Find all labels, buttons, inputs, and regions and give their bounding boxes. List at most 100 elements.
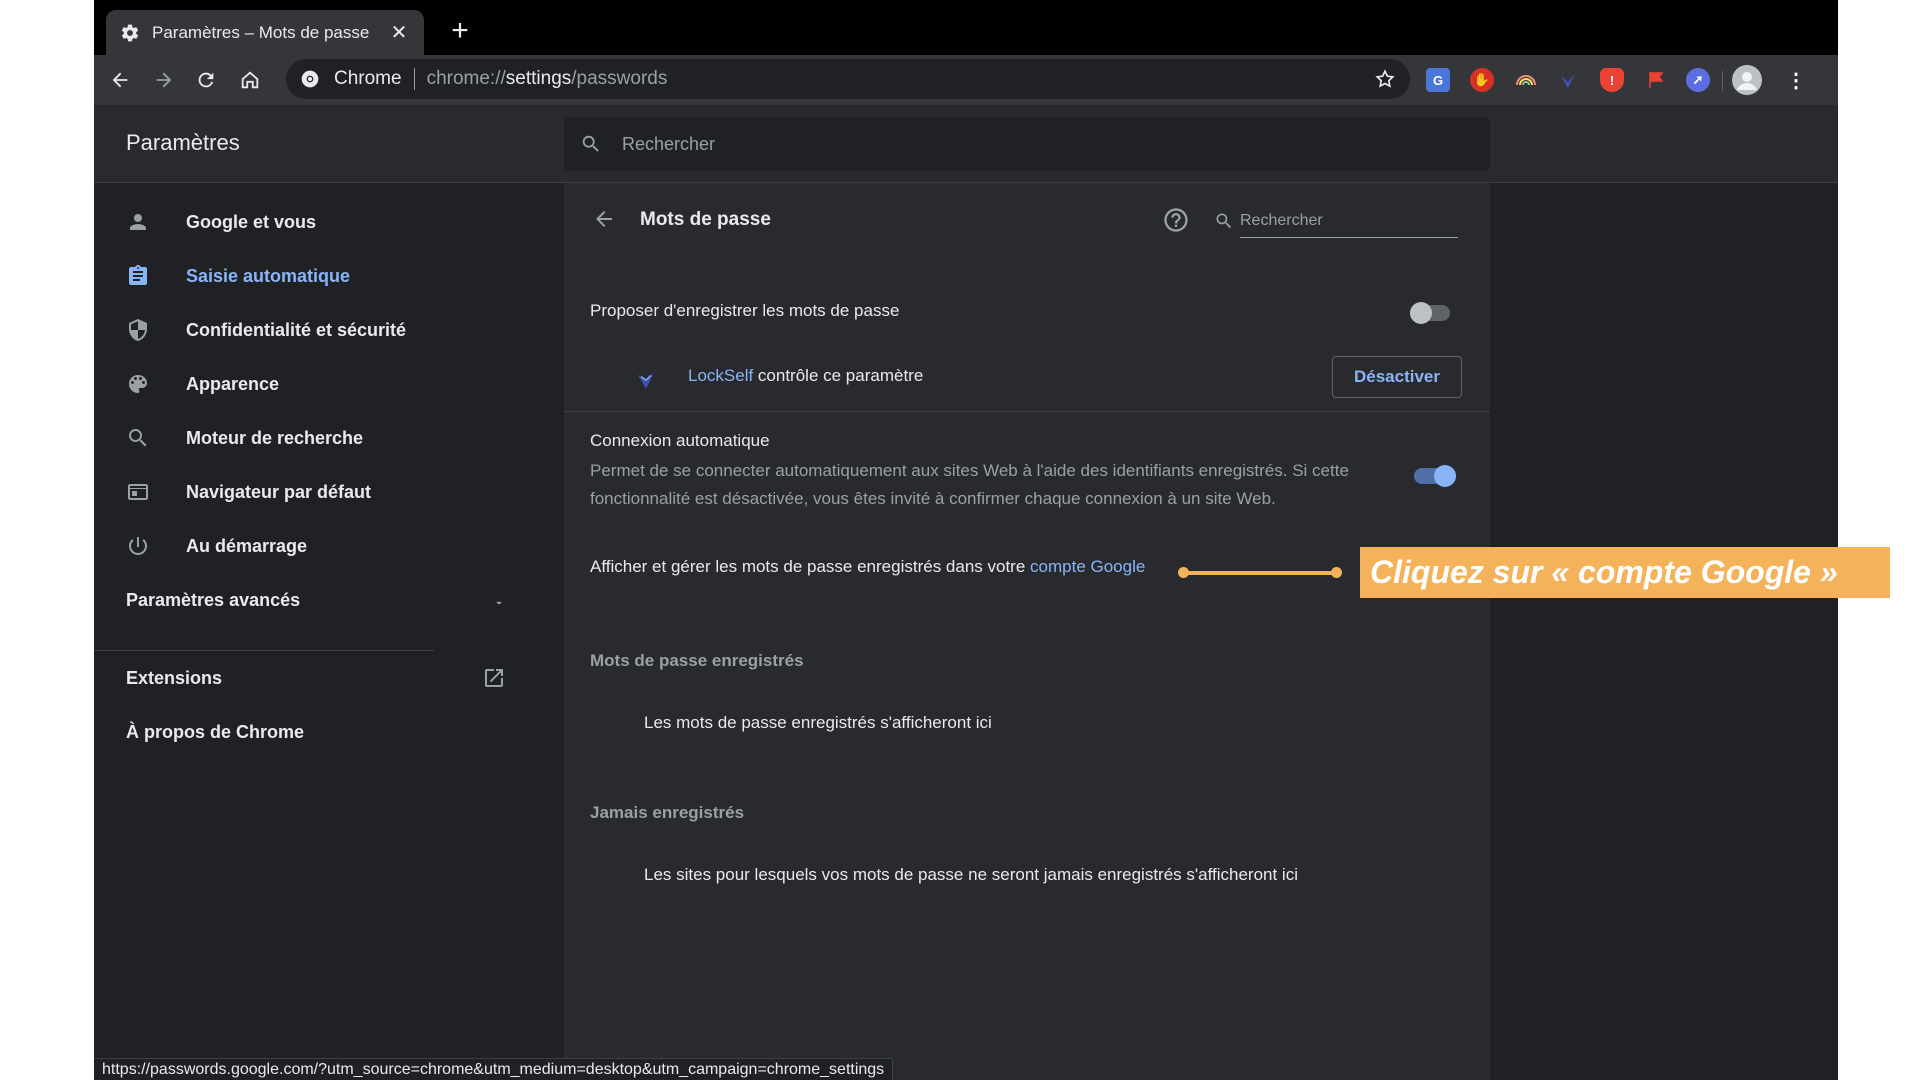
chevron-down-icon [496, 601, 502, 605]
url-scheme: chrome:// [426, 68, 506, 89]
card-divider [564, 411, 1490, 412]
callout-line [1184, 571, 1336, 575]
url-path: /passwords [571, 68, 668, 89]
shield-icon [129, 319, 147, 341]
address-url: chrome://settings/passwords [427, 68, 668, 90]
sidebar-item-appearance[interactable]: Apparence [94, 357, 564, 411]
rainbow-icon [1516, 75, 1536, 86]
sidebar-item-search-engine[interactable]: Moteur de recherche [94, 411, 564, 465]
address-bar[interactable]: Chrome chrome://settings/passwords [286, 59, 1410, 99]
page-title: Paramètres [126, 130, 240, 155]
translate-extension-icon[interactable]: G [1426, 68, 1450, 92]
star-icon[interactable] [1374, 68, 1396, 90]
google-account-link[interactable]: compte Google [1030, 557, 1145, 576]
never-saved-heading: Jamais enregistrés [590, 803, 745, 822]
url-host: settings [505, 68, 572, 89]
close-icon[interactable]: ✕ [388, 20, 410, 45]
sidebar-item-default-browser[interactable]: Navigateur par défaut [94, 465, 564, 519]
more-menu-icon[interactable]: ⋮ [1784, 68, 1808, 92]
search-icon [1216, 213, 1232, 229]
toggle-knob [1434, 465, 1456, 487]
extension-control-notice: LockSelf contrôle ce paramètre [688, 366, 923, 386]
sidebar-item-startup[interactable]: Au démarrage [94, 519, 564, 573]
tab-strip: Paramètres – Mots de passe ✕ + [94, 0, 1838, 55]
back-button[interactable] [106, 66, 134, 94]
lockself-icon [637, 371, 655, 389]
passwords-search[interactable] [1214, 205, 1464, 239]
sidebar-advanced-toggle[interactable]: Paramètres avancés [126, 590, 506, 620]
advanced-label: Paramètres avancés [126, 590, 301, 610]
card-header: Mots de passe [564, 183, 1490, 259]
home-button[interactable] [236, 66, 264, 94]
arrow-left-icon[interactable] [592, 207, 616, 231]
profile-icon [1737, 72, 1757, 90]
home-icon [241, 71, 259, 89]
sidebar-item-label: Moteur de recherche [186, 427, 364, 448]
gear-icon [121, 24, 139, 41]
arrow-left-icon [112, 72, 128, 88]
address-separator [413, 68, 415, 90]
lockself-notice-text: contrôle ce paramètre [753, 366, 924, 385]
sidebar-item-google[interactable]: Google et vous [94, 195, 564, 249]
sidebar-item-label: Navigateur par défaut [186, 481, 372, 502]
lockself-extension-icon[interactable] [1556, 68, 1580, 92]
palette-icon [129, 375, 147, 393]
search-icon [129, 429, 147, 447]
passwords-card: Mots de passe Proposer d'enregistrer les… [564, 183, 1490, 1080]
sidebar-item-privacy[interactable]: Confidentialité et sécurité [94, 303, 564, 357]
power-icon [129, 537, 147, 555]
avatar[interactable] [1732, 65, 1762, 95]
auto-signin-toggle[interactable] [1414, 465, 1456, 487]
never-saved-empty: Les sites pour lesquels vos mots de pass… [644, 865, 1298, 884]
clipboard-icon [129, 265, 147, 285]
adblock-extension-icon[interactable]: ✋ [1470, 68, 1494, 92]
sidebar-item-about[interactable]: À propos de Chrome [126, 722, 304, 743]
chrome-icon [301, 70, 319, 88]
card-title: Mots de passe [640, 209, 771, 230]
saved-passwords-empty: Les mots de passe enregistrés s'afficher… [644, 713, 992, 732]
manage-passwords-text: Afficher et gérer les mots de passe enre… [590, 557, 1031, 576]
external-link-icon [485, 669, 503, 687]
browser-icon [128, 484, 148, 500]
flag-extension-icon[interactable] [1644, 68, 1668, 92]
sidebar: Google et vous Saisie automatique Confid… [94, 183, 564, 1080]
help-icon[interactable] [1162, 206, 1190, 234]
reload-icon [198, 72, 214, 88]
callout-label: Cliquez sur « compte Google » [1360, 547, 1890, 598]
toolbar: Chrome chrome://settings/passwords G ✋ !… [94, 55, 1838, 105]
status-bar: https://passwords.google.com/?utm_source… [94, 1058, 894, 1080]
sidebar-item-label: Apparence [186, 373, 280, 394]
callout-dot-end [1331, 567, 1342, 578]
sidebar-divider [94, 650, 434, 651]
person-icon [130, 214, 146, 230]
settings-search-box[interactable] [564, 117, 1490, 171]
tab-settings-passwords[interactable]: Paramètres – Mots de passe ✕ [106, 10, 424, 55]
sidebar-item-label: Au démarrage [186, 535, 308, 556]
settings-search-input[interactable] [620, 132, 1424, 156]
sidebar-item-label: Saisie automatique [186, 265, 351, 286]
extensions-label: Extensions [126, 668, 223, 688]
rainbow-extension-icon[interactable] [1514, 68, 1538, 92]
flag-icon [1649, 72, 1664, 88]
search-icon [582, 135, 599, 152]
sidebar-item-extensions[interactable]: Extensions [126, 668, 506, 698]
toolbar-divider [1722, 71, 1723, 91]
sidebar-item-label: Google et vous [186, 211, 317, 232]
lockself-link[interactable]: LockSelf [688, 366, 753, 385]
manage-passwords-row: Afficher et gérer les mots de passe enre… [590, 557, 1145, 577]
sidebar-item-autofill[interactable]: Saisie automatique [94, 249, 564, 303]
passwords-search-input[interactable] [1240, 205, 1458, 238]
forward-button[interactable] [150, 66, 178, 94]
lockself-icon [1561, 74, 1575, 88]
reload-button[interactable] [192, 66, 220, 94]
shield-extension-icon[interactable]: ! [1600, 68, 1624, 92]
compass-extension-icon[interactable]: ➚ [1686, 68, 1710, 92]
new-tab-button[interactable]: + [446, 16, 474, 46]
address-origin: Chrome [334, 68, 402, 89]
arrow-right-icon [156, 72, 172, 88]
offer-save-toggle[interactable] [1410, 302, 1450, 324]
settings-header: Paramètres [94, 105, 1838, 183]
sidebar-item-label: Confidentialité et sécurité [186, 319, 407, 340]
auto-signin-description: Permet de se connecter automatiquement a… [590, 461, 1349, 508]
disable-extension-button[interactable]: Désactiver [1332, 356, 1462, 398]
